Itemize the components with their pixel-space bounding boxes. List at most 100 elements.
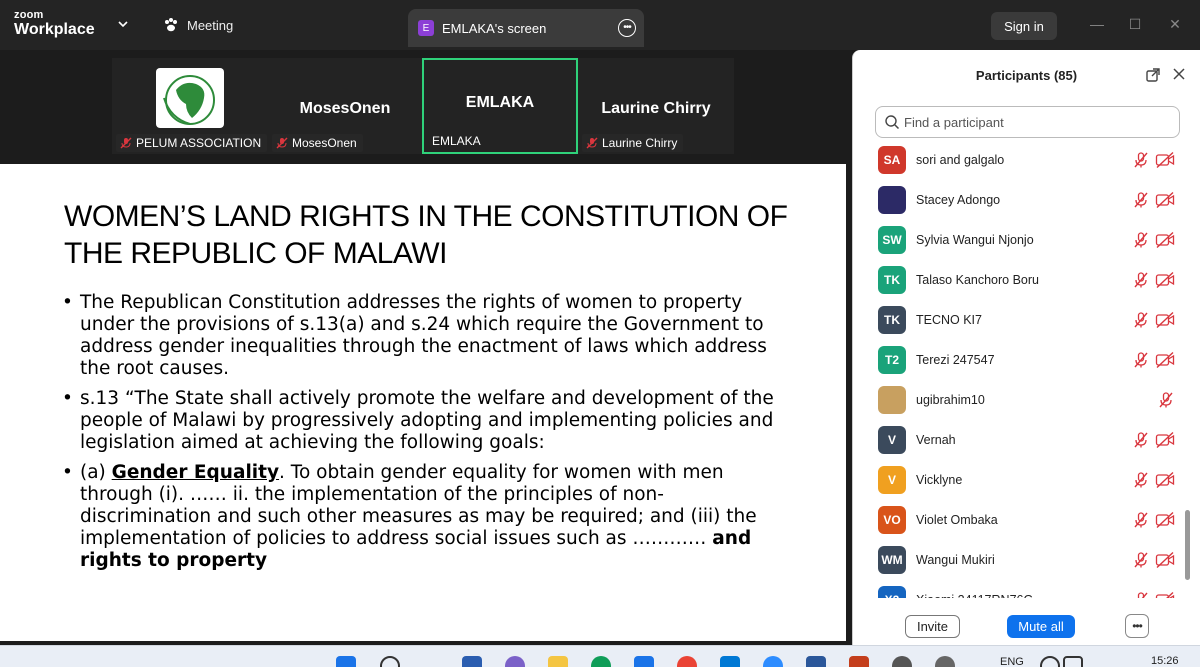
tile-display-name: EMLAKA <box>465 94 535 111</box>
start-icon[interactable] <box>336 656 356 667</box>
slide-bullets: The Republican Constitution addresses th… <box>62 292 792 580</box>
avatar: T2 <box>878 346 906 374</box>
pelum-emblem-icon <box>163 75 215 125</box>
tile-tag-label: Laurine Chirry <box>602 136 678 150</box>
mute-all-button[interactable]: Mute all <box>1007 615 1075 638</box>
windows-taskbar: ENG 15:26 <box>0 645 1200 667</box>
app-icon[interactable] <box>505 656 525 667</box>
participant-name: Violet Ombaka <box>916 513 998 527</box>
tray-app-icon-2[interactable] <box>935 656 955 667</box>
zoom-taskbar-icon[interactable] <box>763 656 783 667</box>
maximize-icon[interactable]: ☐ <box>1125 14 1145 34</box>
video-off-icon[interactable] <box>1155 551 1175 569</box>
clock-time[interactable]: 15:26 <box>1151 655 1179 667</box>
minimize-icon[interactable]: — <box>1087 14 1107 34</box>
language-indicator[interactable]: ENG <box>1000 656 1024 667</box>
word-icon[interactable] <box>806 656 826 667</box>
video-off-icon[interactable] <box>1155 191 1175 209</box>
tab-meeting[interactable]: Meeting <box>163 17 233 33</box>
participant-row[interactable]: TK Talaso Kanchoro Boru <box>853 262 1193 302</box>
video-off-icon[interactable] <box>1155 511 1175 529</box>
video-off-icon[interactable] <box>1155 351 1175 369</box>
video-off-icon[interactable] <box>1155 591 1175 598</box>
mic-muted-icon[interactable] <box>1132 591 1150 598</box>
mic-muted-icon[interactable] <box>1157 391 1175 409</box>
video-tile-pelum[interactable]: PELUM ASSOCIATION <box>112 58 268 154</box>
participant-name: ugibrahim10 <box>916 393 985 407</box>
video-off-icon[interactable] <box>1155 231 1175 249</box>
participant-row[interactable]: Stacey Adongo <box>853 182 1193 222</box>
video-off-icon[interactable] <box>1155 471 1175 489</box>
mic-muted-icon[interactable] <box>1132 431 1150 449</box>
tile-tag-label: PELUM ASSOCIATION <box>136 136 262 150</box>
mic-muted-icon[interactable] <box>1132 311 1150 329</box>
chevron-down-icon[interactable] <box>117 18 129 30</box>
participant-row[interactable]: V Vernah <box>853 422 1193 462</box>
mic-muted-icon[interactable] <box>1132 271 1150 289</box>
edge-icon[interactable] <box>591 656 611 667</box>
participant-search[interactable] <box>875 106 1180 138</box>
file-explorer-icon[interactable] <box>548 656 568 667</box>
more-options-icon[interactable]: ••• <box>618 19 636 37</box>
avatar: TK <box>878 306 906 334</box>
participant-row[interactable]: V Vicklyne <box>853 462 1193 502</box>
sign-in-button[interactable]: Sign in <box>991 12 1057 40</box>
paw-icon <box>165 18 177 32</box>
task-view-icon[interactable] <box>462 656 482 667</box>
participant-row[interactable]: VO Violet Ombaka <box>853 502 1193 542</box>
video-off-icon[interactable] <box>1155 151 1175 169</box>
participant-row[interactable]: SA sori and galgalo <box>853 142 1193 182</box>
powerpoint-icon[interactable] <box>849 656 869 667</box>
avatar <box>878 386 906 414</box>
participant-row[interactable]: SW Sylvia Wangui Njonjo <box>853 222 1193 262</box>
close-icon[interactable] <box>1171 66 1187 82</box>
close-window-icon[interactable]: ✕ <box>1165 14 1185 34</box>
participant-name: Wangui Mukiri <box>916 553 995 567</box>
tile-name-tag: Laurine Chirry <box>582 134 684 152</box>
screen-tab-badge: E <box>418 20 434 36</box>
store-icon[interactable] <box>634 656 654 667</box>
chrome-icon[interactable] <box>677 656 697 667</box>
outlook-icon[interactable] <box>720 656 740 667</box>
participant-row[interactable]: ugibrahim10 <box>853 382 1193 422</box>
mic-muted-icon[interactable] <box>1132 151 1150 169</box>
participant-row[interactable]: T2 Terezi 247547 <box>853 342 1193 382</box>
video-tile-mosesonen[interactable]: MosesOnen MosesOnen <box>268 58 422 154</box>
video-tile-emlaka[interactable]: EMLAKA EMLAKA <box>422 58 578 154</box>
slide-title-line1: WOMEN’S LAND RIGHTS IN THE CONSTITUTION … <box>64 200 788 233</box>
bullet3-heading: Gender Equality <box>111 462 280 483</box>
video-off-icon[interactable] <box>1155 431 1175 449</box>
mic-muted-icon[interactable] <box>1132 471 1150 489</box>
participants-scrollbar[interactable] <box>1185 510 1190 580</box>
participant-row[interactable]: WM Wangui Mukiri <box>853 542 1193 582</box>
mic-muted-icon[interactable] <box>1132 511 1150 529</box>
search-input[interactable] <box>904 114 1174 130</box>
volume-icon[interactable] <box>1063 656 1083 667</box>
video-off-icon[interactable] <box>1155 311 1175 329</box>
participants-footer: Invite Mute all ••• <box>853 605 1200 645</box>
search-taskbar-icon[interactable] <box>380 656 400 667</box>
avatar <box>878 186 906 214</box>
tile-display-name: MosesOnen <box>299 100 391 117</box>
video-strip: PELUM ASSOCIATION MosesOnen MosesOnen EM… <box>0 50 852 164</box>
avatar: SW <box>878 226 906 254</box>
participant-name: sori and galgalo <box>916 153 1005 167</box>
mic-muted-icon[interactable] <box>1132 351 1150 369</box>
mic-muted-icon[interactable] <box>1132 191 1150 209</box>
tile-name-tag: MosesOnen <box>272 134 363 152</box>
participant-name: Vernah <box>916 433 956 447</box>
tab-shared-screen[interactable]: E EMLAKA's screen ••• <box>408 9 644 47</box>
mic-muted-icon[interactable] <box>1132 231 1150 249</box>
more-button[interactable]: ••• <box>1125 614 1149 638</box>
video-tile-laurine[interactable]: Laurine Chirry Laurine Chirry <box>578 58 734 154</box>
video-off-icon[interactable] <box>1155 271 1175 289</box>
participant-row[interactable]: TK TECNO KI7 <box>853 302 1193 342</box>
tray-app-icon[interactable] <box>892 656 912 667</box>
invite-button[interactable]: Invite <box>905 615 960 638</box>
participant-row[interactable]: X2 Xiaomi 24117RN76G <box>853 582 1193 598</box>
zoom-workplace-logo[interactable]: zoom Workplace <box>14 10 95 38</box>
pop-out-icon[interactable] <box>1145 67 1161 83</box>
mic-muted-icon[interactable] <box>1132 551 1150 569</box>
tile-name-tag: EMLAKA <box>428 132 487 150</box>
wifi-icon[interactable] <box>1040 656 1060 667</box>
